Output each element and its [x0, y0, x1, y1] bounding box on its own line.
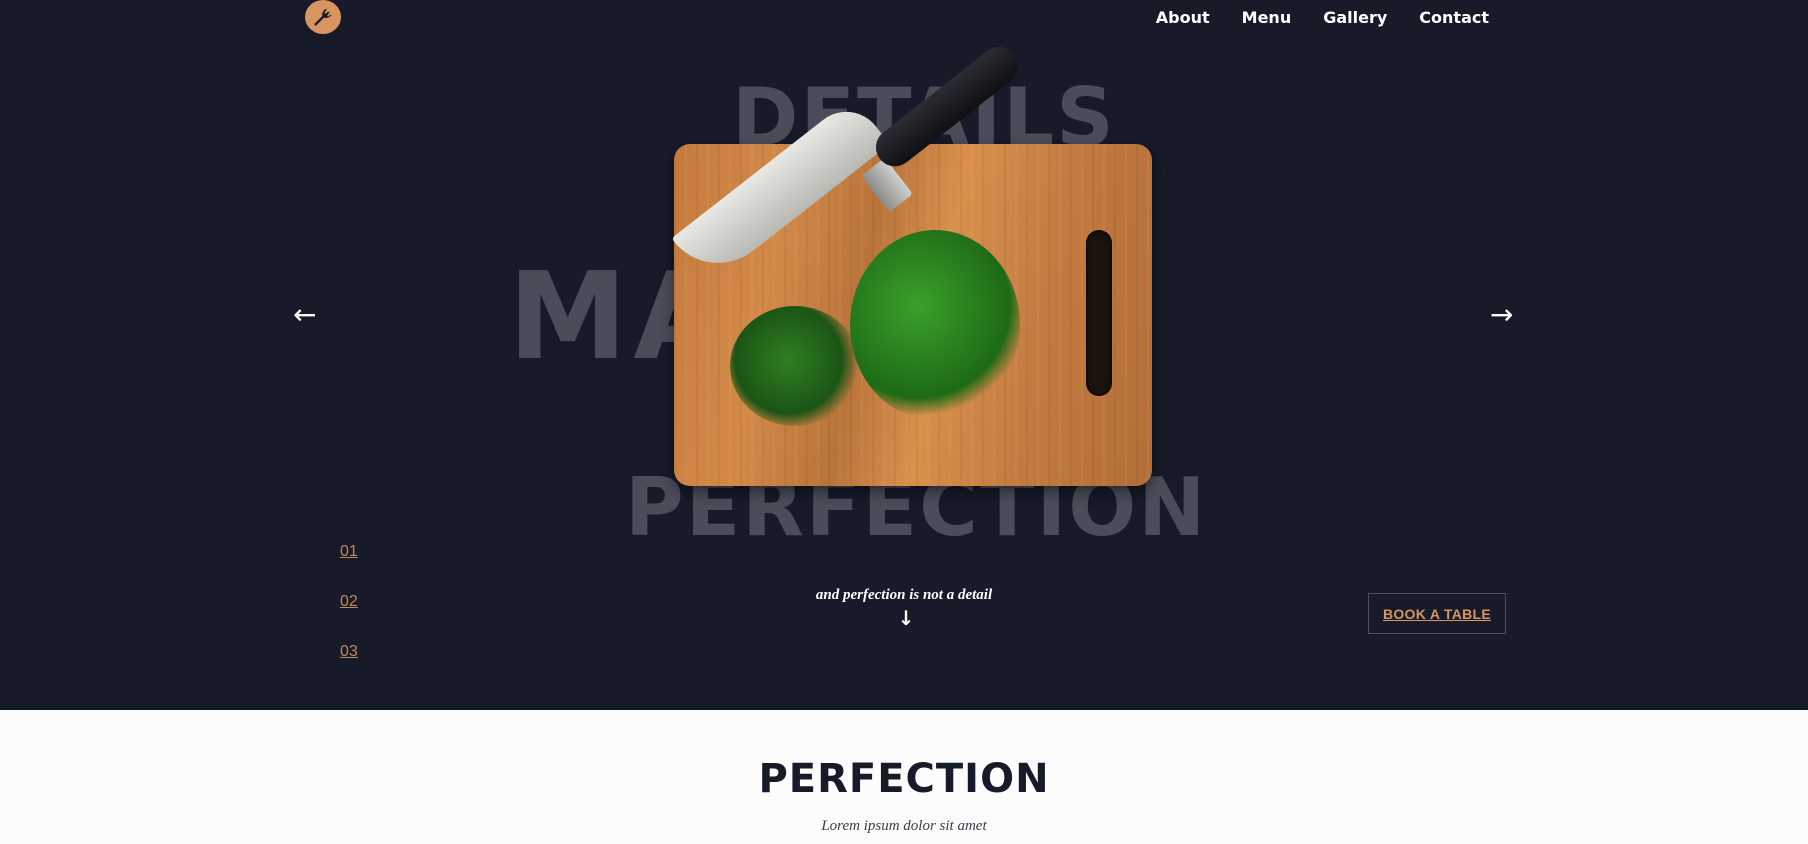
scroll-down-arrow[interactable]: ↓ [894, 606, 918, 630]
slide-link-01[interactable]: 01 [340, 543, 358, 561]
prev-slide-arrow[interactable]: ← [293, 298, 316, 331]
logo[interactable] [305, 0, 341, 34]
slide-link-03[interactable]: 03 [340, 643, 358, 661]
herbs-parsley [850, 230, 1020, 420]
nav-gallery[interactable]: Gallery [1323, 8, 1387, 27]
section-title: PERFECTION [758, 756, 1050, 802]
fork-icon [314, 8, 332, 26]
nav-about[interactable]: About [1156, 8, 1210, 27]
nav-menu[interactable]: Menu [1242, 8, 1292, 27]
book-table-button[interactable]: BOOK A TABLE [1368, 593, 1506, 634]
main-nav: About Menu Gallery Contact [1124, 8, 1489, 27]
herbs-dill [730, 306, 860, 426]
section-subtitle: Lorem ipsum dolor sit amet [821, 818, 987, 834]
board-handle [1086, 230, 1112, 396]
perfection-section: PERFECTION Lorem ipsum dolor sit amet [0, 710, 1808, 844]
nav-contact[interactable]: Contact [1419, 8, 1489, 27]
hero-section: About Menu Gallery Contact DETAILS MAKE … [0, 0, 1808, 710]
hero-tagline: and perfection is not a detail [815, 587, 993, 603]
next-slide-arrow[interactable]: → [1490, 298, 1513, 331]
